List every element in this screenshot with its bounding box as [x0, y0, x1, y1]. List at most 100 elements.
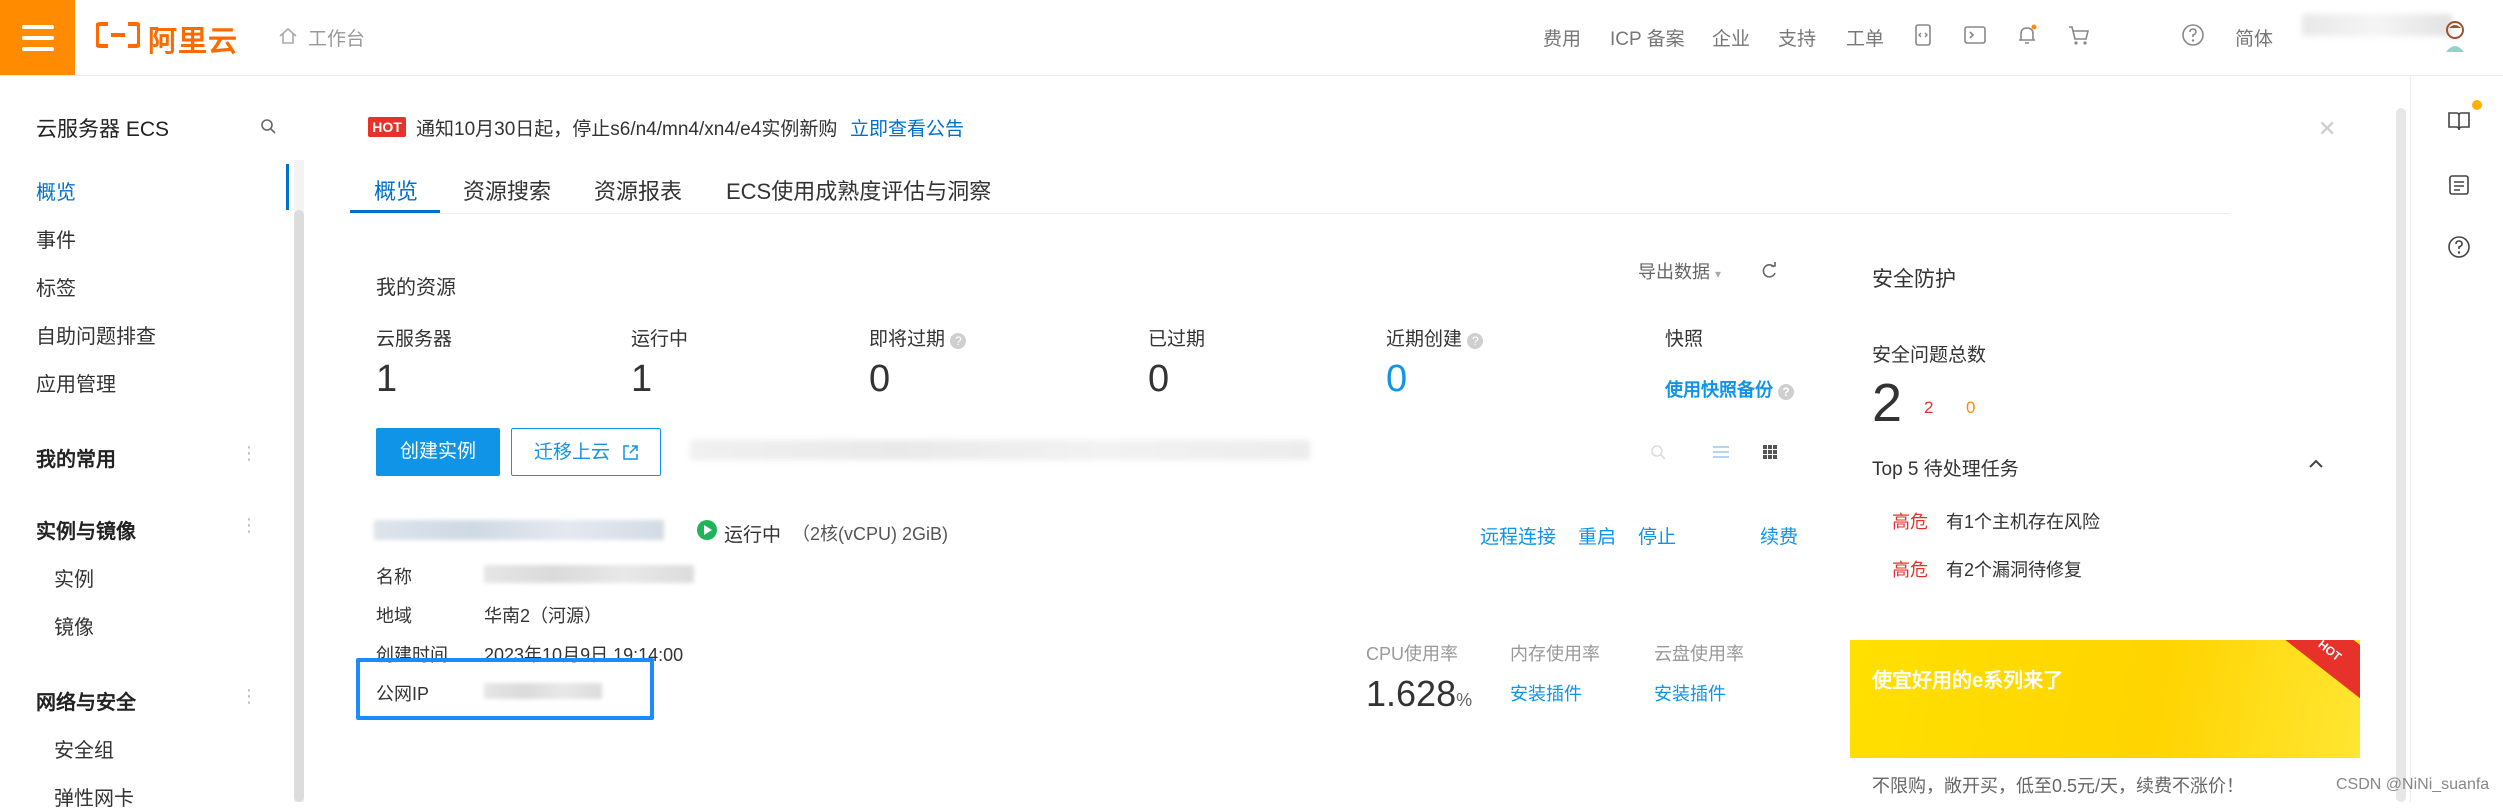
home-icon[interactable]	[278, 26, 298, 46]
instance-name-blurred	[484, 565, 694, 583]
list-view-icon[interactable]	[1712, 444, 1730, 460]
sidebar-item-overview[interactable]: 概览	[36, 176, 76, 205]
cpu-usage-unit: %	[1456, 690, 1473, 710]
disk-usage-label: 云盘使用率	[1654, 644, 1744, 664]
tabs-divider	[350, 213, 2230, 214]
export-data-button[interactable]: 导出数据 ▾	[1638, 258, 1721, 284]
stat-value-running[interactable]: 1	[631, 358, 652, 401]
stat-label-snapshot: 快照	[1665, 329, 1704, 350]
cpu-usage-value: 1.628%	[1366, 673, 1472, 715]
top5-tasks-label: Top 5 待处理任务	[1872, 459, 2019, 480]
book-icon[interactable]	[2446, 108, 2472, 134]
sidebar-item-tags[interactable]: 标签	[36, 272, 76, 301]
nav-billing[interactable]: 费用	[1543, 24, 1581, 51]
stat-label-expired: 已过期	[1148, 329, 1206, 350]
renew-link[interactable]: 续费	[1760, 522, 1798, 549]
stop-link[interactable]: 停止	[1638, 522, 1676, 549]
help-icon[interactable]	[2180, 22, 2206, 48]
sidebar-item-security-group[interactable]: 安全组	[54, 734, 114, 763]
nav-icp[interactable]: ICP 备案	[1610, 24, 1685, 51]
stat-label-servers: 云服务器	[376, 329, 453, 350]
remote-connect-link[interactable]: 远程连接	[1480, 522, 1556, 549]
task-text-1[interactable]: 有1个主机存在风险	[1946, 508, 2100, 534]
sidebar-item-troubleshoot[interactable]: 自助问题排查	[36, 320, 156, 349]
nav-ticket[interactable]: 工单	[1846, 24, 1884, 51]
bell-icon[interactable]	[2014, 22, 2040, 48]
notice-link[interactable]: 立即查看公告	[850, 114, 964, 141]
sidebar-scrollbar-thumb[interactable]	[294, 210, 304, 802]
stat-value-expiring[interactable]: 0	[869, 358, 890, 401]
create-instance-button[interactable]: 创建实例	[376, 428, 500, 476]
question-icon[interactable]: ?	[1778, 384, 1795, 400]
sidebar-item-app-management[interactable]: 应用管理	[36, 368, 116, 397]
instance-id-blurred[interactable]	[374, 520, 664, 540]
sidebar-group-instances[interactable]: 实例与镜像	[36, 515, 136, 544]
promo-banner[interactable]: 使宜好用的e系列来了 HOT	[1850, 640, 2360, 758]
sidebar-item-image[interactable]: 镜像	[54, 611, 94, 640]
search-icon[interactable]	[260, 118, 276, 134]
promo-footer-text: 不限购，敞开买，低至0.5元/天，续费不涨价！	[1872, 776, 2245, 796]
security-high-count[interactable]: 2	[1924, 398, 1933, 418]
grid-view-icon[interactable]	[1762, 444, 1778, 460]
question-icon[interactable]: ?	[950, 333, 967, 349]
instance-search-input-blurred[interactable]	[690, 440, 1310, 460]
cart-icon[interactable]	[2066, 22, 2092, 48]
sidebar-active-indicator	[286, 164, 289, 210]
refresh-icon[interactable]	[1760, 262, 1778, 280]
account-name-blurred[interactable]	[2302, 14, 2452, 36]
sidebar-item-events[interactable]: 事件	[36, 224, 76, 253]
tab-resource-search[interactable]: 资源搜索	[463, 174, 551, 206]
brand-name[interactable]: 阿里云	[148, 18, 238, 60]
main-scrollbar-thumb[interactable]	[2396, 108, 2406, 802]
question-icon[interactable]: ?	[1467, 333, 1484, 349]
tab-resource-report[interactable]: 资源报表	[594, 174, 682, 206]
sidebar-item-instance[interactable]: 实例	[54, 563, 94, 592]
task-level-1: 高危	[1892, 512, 1928, 532]
notice-text: 通知10月30日起，停止s6/n4/mn4/xn4/e4实例新购	[416, 119, 838, 140]
tab-maturity-assessment[interactable]: ECS使用成熟度评估与洞察	[726, 174, 991, 206]
restart-link[interactable]: 重启	[1578, 522, 1616, 549]
more-icon[interactable]: ⋮	[240, 686, 259, 707]
stat-value-expired[interactable]: 0	[1148, 358, 1169, 401]
menu-toggle-button[interactable]	[0, 0, 75, 75]
search-icon[interactable]	[1650, 444, 1666, 460]
sidebar-group-network[interactable]: 网络与安全	[36, 686, 136, 715]
snapshot-backup-link[interactable]: 使用快照备份 ?	[1665, 376, 1795, 402]
security-total-value[interactable]: 2	[1872, 372, 1902, 434]
top-bar	[0, 0, 2503, 76]
disk-install-plugin-link[interactable]: 安装插件	[1654, 680, 1726, 706]
memory-install-plugin-link[interactable]: 安装插件	[1510, 680, 1582, 706]
cpu-usage-number: 1.628	[1366, 673, 1457, 714]
aliyun-logo-icon	[96, 22, 140, 48]
stat-label-recent-text: 近期创建	[1386, 329, 1463, 350]
field-label-name: 名称	[376, 567, 412, 587]
chevron-up-icon[interactable]	[2306, 454, 2326, 474]
security-total-label: 安全问题总数	[1872, 345, 1987, 366]
checklist-icon[interactable]	[2446, 172, 2472, 198]
nav-support[interactable]: 支持	[1778, 24, 1816, 51]
breadcrumb-workbench[interactable]: 工作台	[308, 24, 365, 51]
tab-overview[interactable]: 概览	[374, 174, 418, 206]
running-status-icon	[697, 520, 717, 540]
sidebar-group-favorites[interactable]: 我的常用	[36, 443, 116, 472]
security-medium-count[interactable]: 0	[1966, 398, 1975, 418]
stat-value-servers[interactable]: 1	[376, 358, 397, 401]
more-icon[interactable]: ⋮	[240, 515, 259, 536]
export-data-label: 导出数据	[1638, 262, 1710, 282]
promo-title: 使宜好用的e系列来了	[1872, 670, 2064, 692]
stat-value-recent[interactable]: 0	[1386, 358, 1407, 401]
stat-label-expiring-text: 即将过期	[869, 329, 946, 350]
terminal-icon[interactable]	[1962, 22, 1988, 48]
more-icon[interactable]: ⋮	[240, 443, 259, 464]
avatar-icon[interactable]	[2440, 18, 2470, 54]
migrate-button[interactable]: 迁移上云	[511, 428, 661, 476]
sidebar-item-eni[interactable]: 弹性网卡	[54, 782, 134, 811]
stat-label-running: 运行中	[631, 329, 689, 350]
task-text-2[interactable]: 有2个漏洞待修复	[1946, 556, 2082, 582]
nav-enterprise[interactable]: 企业	[1712, 24, 1750, 51]
doc-code-icon[interactable]	[1910, 22, 1936, 48]
sidebar-title: 云服务器 ECS	[36, 118, 170, 141]
close-icon[interactable]: ✕	[2318, 116, 2336, 142]
language-switch[interactable]: 简体	[2235, 24, 2273, 51]
help-icon[interactable]	[2446, 234, 2472, 260]
